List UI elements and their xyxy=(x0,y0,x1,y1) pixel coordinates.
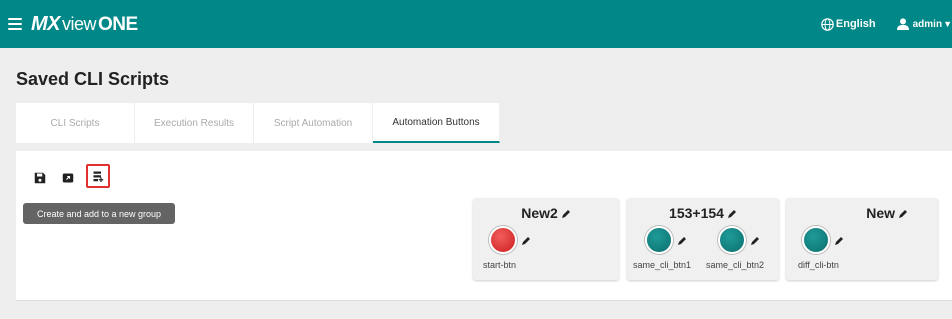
automation-button-start[interactable] xyxy=(489,226,517,254)
automation-button-same-cli-1[interactable] xyxy=(645,226,673,254)
user-menu[interactable]: admin ▼ xyxy=(896,18,952,30)
tooltip: Create and add to a new group xyxy=(23,203,175,224)
button-group: New diff_cli-btn xyxy=(786,198,938,280)
group-name: 153+154 xyxy=(669,205,724,221)
group-name: New xyxy=(866,205,895,221)
edit-icon[interactable] xyxy=(750,236,760,246)
edit-icon[interactable] xyxy=(898,209,908,219)
tab-script-automation[interactable]: Script Automation xyxy=(254,103,373,143)
button-label: same_cli_btn1 xyxy=(633,260,692,270)
edit-icon[interactable] xyxy=(561,209,571,219)
button-label: same_cli_btn2 xyxy=(706,260,765,270)
button-label: start-btn xyxy=(483,260,517,270)
language-selector[interactable]: English xyxy=(821,17,876,31)
app-logo: MX view ONE xyxy=(31,12,138,35)
tab-execution-results[interactable]: Execution Results xyxy=(135,103,254,143)
chevron-down-icon: ▼ xyxy=(943,19,952,29)
page-title: Saved CLI Scripts xyxy=(16,69,170,89)
import-icon[interactable] xyxy=(59,169,77,187)
user-icon xyxy=(896,18,909,30)
button-group: 153+154 same_cli_btn1 same_cli_btn2 xyxy=(627,198,779,280)
menu-icon[interactable] xyxy=(8,18,22,30)
user-label: admin xyxy=(912,18,943,30)
tab-bar: CLI Scripts Execution Results Script Aut… xyxy=(16,103,500,143)
edit-icon[interactable] xyxy=(834,236,844,246)
automation-button-same-cli-2[interactable] xyxy=(718,226,746,254)
save-icon[interactable] xyxy=(31,169,49,187)
edit-icon[interactable] xyxy=(677,236,687,246)
top-app-bar: MX view ONE English admin ▼ xyxy=(0,0,952,48)
automation-button-diff-cli[interactable] xyxy=(802,226,830,254)
tab-automation-buttons[interactable]: Automation Buttons xyxy=(373,103,500,143)
button-group: New2 start-btn xyxy=(473,198,619,280)
language-label: English xyxy=(835,18,876,30)
button-label: diff_cli-btn xyxy=(798,260,839,270)
globe-icon xyxy=(821,17,834,31)
edit-icon[interactable] xyxy=(521,236,531,246)
group-name: New2 xyxy=(521,205,558,221)
add-group-icon[interactable] xyxy=(86,164,110,188)
edit-icon[interactable] xyxy=(727,209,737,219)
tab-cli-scripts[interactable]: CLI Scripts xyxy=(16,103,135,143)
